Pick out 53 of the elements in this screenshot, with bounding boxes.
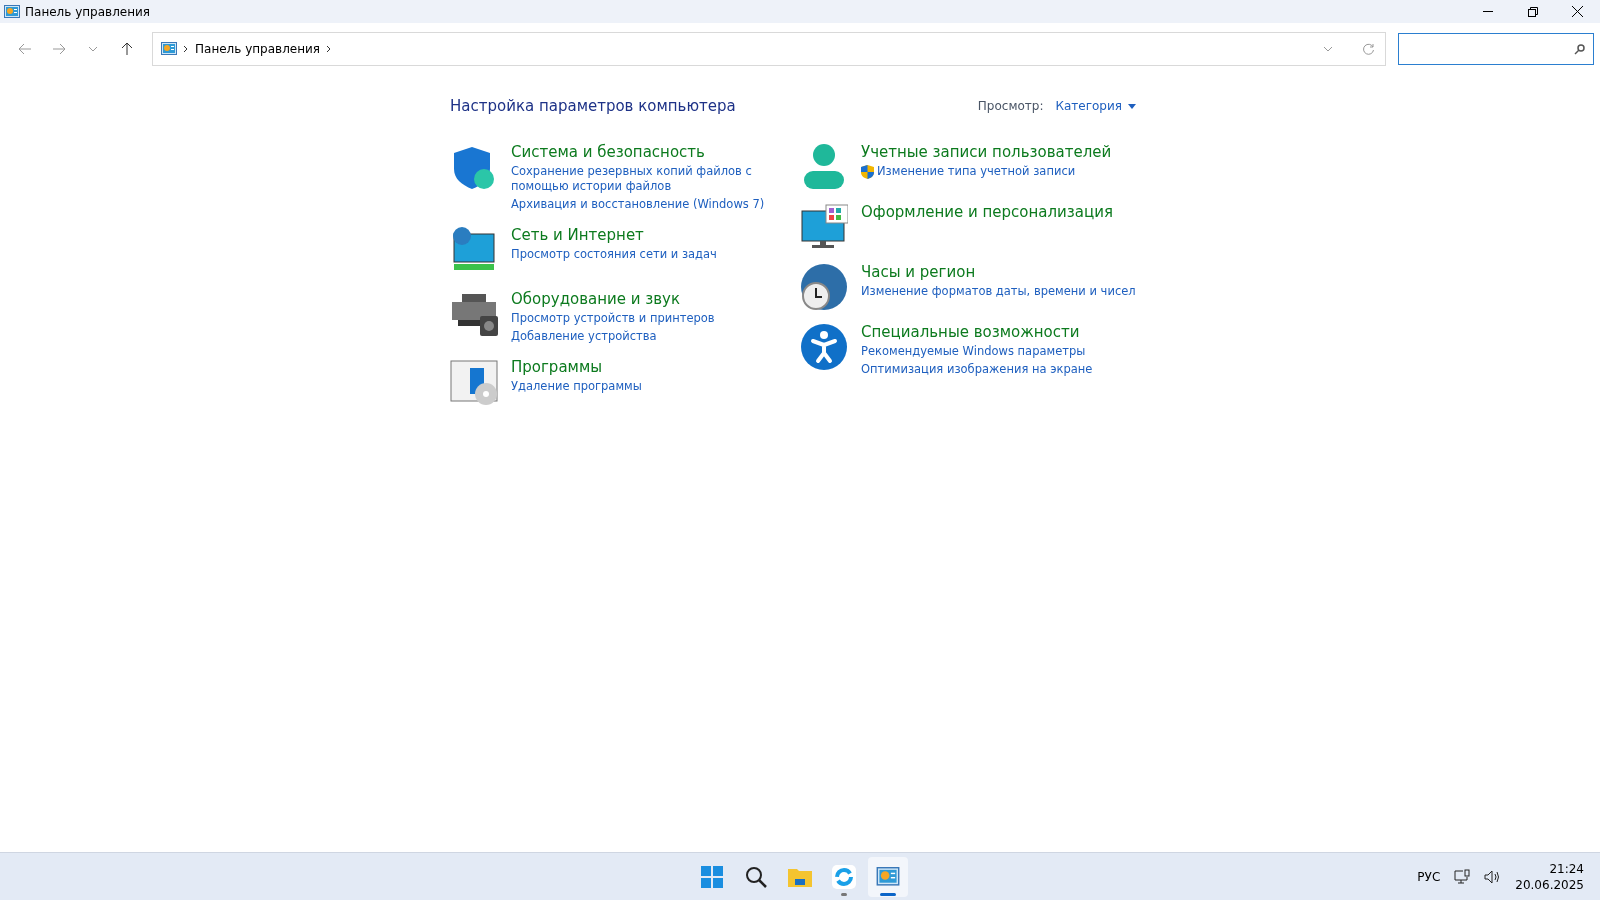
program-window-icon [450, 358, 498, 406]
globe-clock-icon [800, 263, 848, 311]
chevron-icon [183, 45, 189, 53]
sync-circle-icon [832, 865, 856, 889]
task-link[interactable]: Просмотр устройств и принтеров [511, 311, 715, 326]
task-link[interactable]: Оптимизация изображения на экране [861, 362, 1093, 377]
category-link[interactable]: Учетные записи пользователей [861, 143, 1112, 161]
control-panel-icon [161, 42, 177, 56]
breadcrumb[interactable]: Панель управления [195, 42, 321, 56]
restore-icon [1527, 6, 1538, 17]
control-panel-icon [876, 867, 900, 887]
network-icon[interactable] [1454, 869, 1471, 884]
view-label: Просмотр: [977, 99, 1044, 113]
category-link[interactable]: Сеть и Интернет [511, 226, 717, 244]
close-icon [1572, 6, 1583, 17]
task-link[interactable]: Изменение форматов даты, времени и чисел [861, 284, 1136, 299]
chevron-icon [326, 45, 333, 53]
control-panel-icon [4, 4, 20, 19]
folder-icon [788, 867, 812, 887]
caret-icon [1323, 46, 1333, 52]
monitor-palette-icon [800, 203, 848, 251]
caret-icon [88, 46, 98, 52]
task-link[interactable]: Рекомендуемые Windows параметры [861, 344, 1086, 359]
up-arrow-icon [121, 42, 133, 56]
category-link[interactable]: Специальные возможности [861, 323, 1093, 341]
task-link[interactable]: Сохранение резервных копий файлов с помощью истории файлов [511, 164, 800, 194]
speaker-icon[interactable] [1484, 869, 1502, 884]
forward-arrow-icon [52, 43, 66, 55]
minimize-icon [1482, 11, 1493, 12]
search-icon [745, 866, 767, 888]
windows-logo-icon [701, 866, 723, 888]
search-icon [1574, 43, 1585, 55]
page-heading: Настройка параметров компьютера [450, 97, 736, 115]
language-indicator[interactable]: РУС [1417, 869, 1441, 884]
category-link[interactable]: Система и безопасность [511, 143, 800, 161]
clock[interactable]: 21:24 20.06.2025 [1515, 861, 1584, 892]
window-title: Панель управления [25, 4, 152, 19]
back-arrow-icon [18, 43, 32, 55]
category-link[interactable]: Часы и регион [861, 263, 1136, 281]
task-link[interactable]: Архивация и восстановление (Windows 7) [511, 197, 765, 212]
view-dropdown[interactable]: Категория [1055, 99, 1136, 113]
task-link[interactable]: Просмотр состояния сети и задач [511, 247, 717, 262]
category-link[interactable]: Оборудование и звук [511, 290, 715, 308]
category-link[interactable]: Программы [511, 358, 642, 376]
task-link[interactable]: Удаление программы [511, 379, 642, 394]
task-link[interactable]: Изменение типа учетной записи [877, 164, 1076, 179]
search-field[interactable] [1398, 33, 1594, 65]
task-link[interactable]: Добавление устройства [511, 329, 657, 344]
caret-icon [1128, 103, 1136, 109]
accessibility-icon [800, 323, 848, 371]
category-link[interactable]: Оформление и персонализация [861, 203, 1113, 221]
address-bar[interactable]: Панель управления [152, 32, 1386, 66]
refresh-icon [1361, 42, 1375, 56]
